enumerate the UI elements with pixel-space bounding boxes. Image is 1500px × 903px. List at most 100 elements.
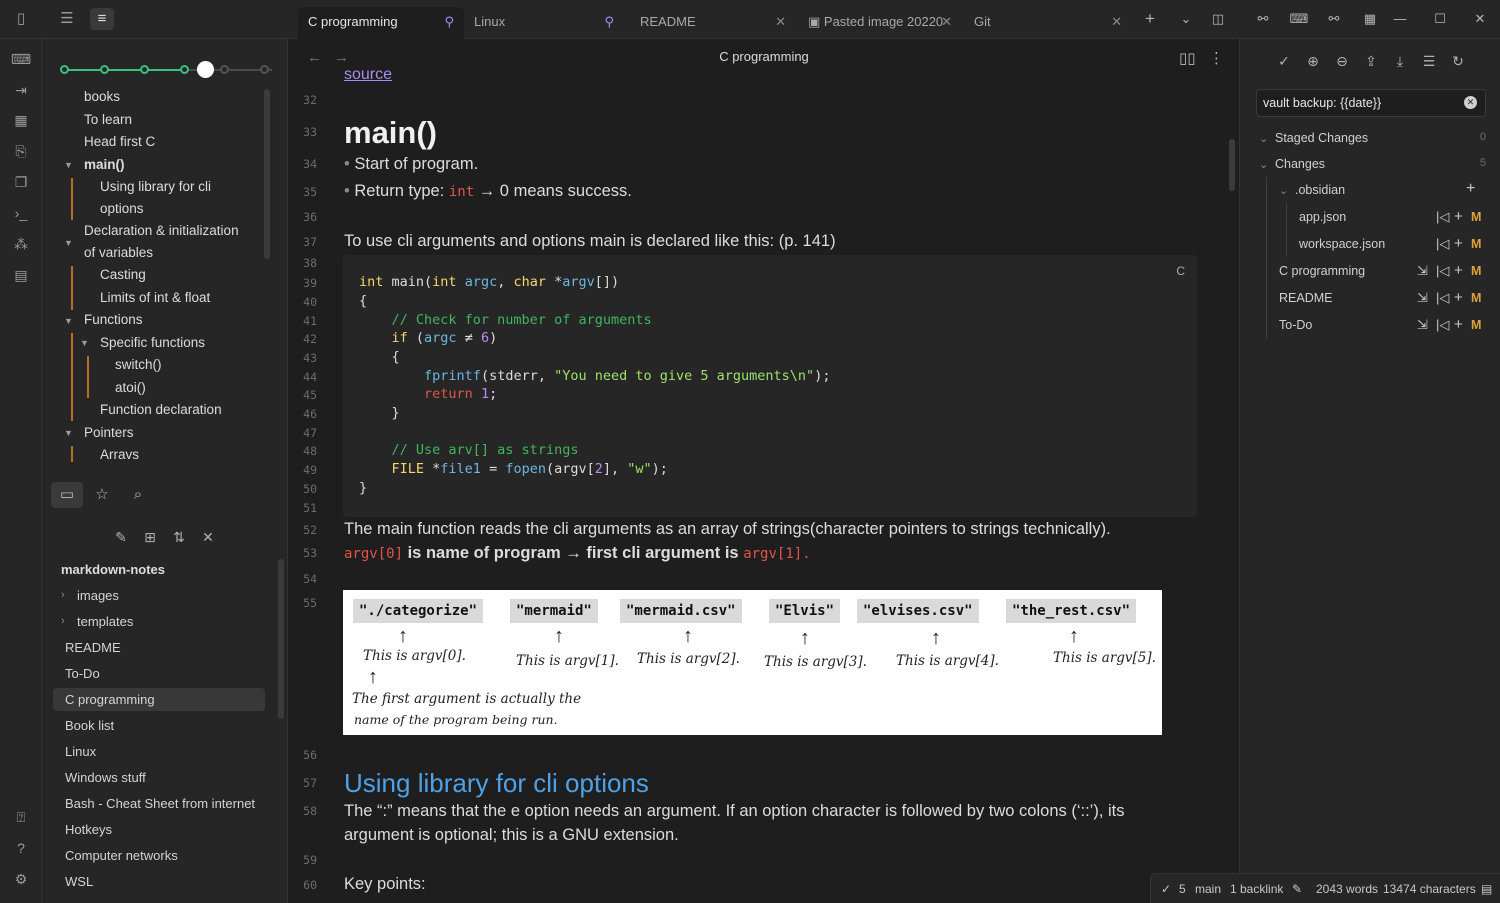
- outline-item[interactable]: books: [84, 89, 120, 104]
- stage-plus-icon[interactable]: +: [1466, 180, 1475, 198]
- git-file[interactable]: app.json: [1299, 210, 1346, 224]
- open-file-icon[interactable]: ⇲: [1417, 317, 1428, 333]
- tab-readme[interactable]: README ✕: [624, 7, 794, 39]
- stage-plus-icon[interactable]: +: [1454, 208, 1463, 225]
- push-upload-icon[interactable]: ⇪: [1360, 51, 1382, 71]
- outline-item[interactable]: Arravs: [100, 447, 139, 462]
- outline-item[interactable]: Pointers: [84, 425, 134, 440]
- stage-plus-icon[interactable]: +: [1454, 316, 1463, 333]
- slider-knob[interactable]: [197, 61, 214, 78]
- collapse-chevron-icon[interactable]: ▼: [64, 238, 73, 248]
- layout-icon[interactable]: ▤: [9, 264, 33, 286]
- tab-git[interactable]: Git ✕: [964, 7, 1130, 39]
- close-icon[interactable]: ✕: [1111, 7, 1122, 37]
- source-link[interactable]: source: [344, 66, 392, 84]
- new-tab-icon[interactable]: +: [1139, 9, 1161, 29]
- file-item[interactable]: Hotkeys: [53, 818, 265, 841]
- vault-name[interactable]: markdown-notes: [61, 562, 165, 577]
- unstage-all-minus-icon[interactable]: ⊖: [1331, 51, 1353, 71]
- outline-icon[interactable]: ≡: [90, 8, 114, 30]
- view-header-title[interactable]: C programming: [289, 49, 1239, 64]
- chevron-down-icon[interactable]: ⌄: [1259, 158, 1268, 171]
- staged-changes-header[interactable]: Staged Changes: [1275, 131, 1368, 145]
- slider-stop[interactable]: [140, 65, 149, 74]
- list-icon[interactable]: ☰: [55, 8, 79, 30]
- slider-stop[interactable]: [260, 65, 269, 74]
- heading-level-slider[interactable]: [60, 61, 272, 78]
- outline-item[interactable]: Function declaration: [100, 402, 222, 417]
- discard-icon[interactable]: |◁: [1436, 290, 1449, 306]
- pull-download-icon[interactable]: ⤓: [1389, 51, 1411, 71]
- file-item[interactable]: Bash - Cheat Sheet from internet: [53, 792, 265, 815]
- window-close-icon[interactable]: ✕: [1469, 9, 1491, 29]
- file-item[interactable]: Book list: [53, 714, 265, 737]
- discard-icon[interactable]: |◁: [1436, 317, 1449, 333]
- git-file[interactable]: To-Do: [1279, 318, 1312, 332]
- collapse-chevron-icon[interactable]: ▼: [64, 160, 73, 170]
- git-pull-icon[interactable]: ⚯: [1252, 9, 1274, 29]
- stage-all-plus-icon[interactable]: ⊕: [1302, 51, 1324, 71]
- tab-list-chevron-down-icon[interactable]: ⌄: [1175, 9, 1197, 29]
- slider-stop[interactable]: [60, 65, 69, 74]
- file-item[interactable]: To-Do: [53, 662, 265, 685]
- open-file-icon[interactable]: ⇲: [1417, 263, 1428, 279]
- search-icon[interactable]: ⌕: [122, 482, 154, 508]
- git-change-count[interactable]: 5: [1179, 882, 1186, 896]
- collapse-chevron-icon[interactable]: ▼: [80, 338, 89, 348]
- chevron-down-icon[interactable]: ⌄: [1279, 184, 1288, 197]
- tab-linux[interactable]: Linux ⚲: [464, 7, 624, 39]
- git-file[interactable]: README: [1279, 291, 1332, 305]
- settings-gear-icon[interactable]: ⚙: [9, 868, 33, 890]
- file-explorer-scrollbar[interactable]: [278, 559, 284, 719]
- folder-images[interactable]: › images: [53, 584, 119, 607]
- slider-stop[interactable]: [100, 65, 109, 74]
- outline-item[interactable]: Head first C: [84, 134, 155, 149]
- copy-icon[interactable]: ❐: [9, 171, 33, 193]
- table-icon[interactable]: ▦: [1359, 9, 1381, 29]
- file-explorer-folder-icon[interactable]: ▭: [51, 482, 83, 508]
- keyboard-icon[interactable]: ⌨: [9, 48, 33, 70]
- backlinks-count[interactable]: 1 backlink: [1230, 882, 1283, 896]
- chevron-down-icon[interactable]: ⌄: [1259, 132, 1268, 145]
- reading-view-book-icon[interactable]: ▯▯: [1179, 49, 1196, 67]
- file-item[interactable]: WSL: [53, 870, 265, 893]
- new-folder-icon[interactable]: ⊞: [139, 526, 161, 548]
- editor-scrollbar[interactable]: [1229, 139, 1235, 191]
- pin-icon[interactable]: ⚲: [444, 7, 454, 37]
- sort-icon[interactable]: ⇅: [168, 526, 190, 548]
- code-block[interactable]: C int main(int argc, char *argv[]) { // …: [343, 255, 1197, 517]
- close-icon[interactable]: ✕: [775, 7, 786, 37]
- discard-icon[interactable]: |◁: [1436, 236, 1449, 252]
- outline-scrollbar[interactable]: [264, 89, 270, 259]
- table-icon[interactable]: ▦: [9, 109, 33, 131]
- outline-item[interactable]: switch(): [115, 357, 162, 372]
- stage-plus-icon[interactable]: +: [1454, 289, 1463, 306]
- collapse-chevron-icon[interactable]: ▼: [64, 428, 73, 438]
- toggle-right-sidebar-icon[interactable]: ◫: [1207, 9, 1229, 29]
- git-file[interactable]: workspace.json: [1299, 237, 1385, 251]
- file-item[interactable]: Linux: [53, 740, 265, 763]
- tab-c-programming[interactable]: C programming ⚲: [298, 7, 464, 39]
- refresh-icon[interactable]: ↻: [1447, 51, 1469, 71]
- git-folder[interactable]: .obsidian: [1295, 183, 1345, 197]
- file-item-active[interactable]: C programming: [53, 688, 265, 711]
- folder-templates[interactable]: › templates: [53, 610, 133, 633]
- outline-item[interactable]: Using library for cli: [100, 179, 211, 194]
- commit-message-input[interactable]: [1256, 89, 1486, 117]
- git-file[interactable]: C programming: [1279, 264, 1365, 278]
- more-options-icon[interactable]: ⋮: [1209, 49, 1224, 67]
- toggle-left-sidebar-icon[interactable]: ▯: [9, 8, 33, 30]
- outline-item[interactable]: Casting: [100, 267, 146, 282]
- stage-plus-icon[interactable]: +: [1454, 235, 1463, 252]
- file-item[interactable]: Windows stuff: [53, 766, 265, 789]
- pin-icon[interactable]: ⚲: [604, 7, 614, 37]
- git-branch[interactable]: main: [1195, 882, 1221, 896]
- embedded-image[interactable]: "./categorize" "mermaid" "mermaid.csv" "…: [343, 590, 1162, 735]
- tab-pasted-image[interactable]: ▣ Pasted image 20220 ✕: [798, 7, 960, 39]
- file-search-icon[interactable]: ⎘: [9, 140, 33, 162]
- outline-item[interactable]: Specific functions: [100, 335, 205, 350]
- outline-item[interactable]: To learn: [84, 112, 132, 127]
- vault-switcher-icon[interactable]: ⍰: [9, 806, 33, 828]
- open-file-icon[interactable]: ⇲: [1417, 290, 1428, 306]
- graph-icon[interactable]: ⁂: [9, 233, 33, 255]
